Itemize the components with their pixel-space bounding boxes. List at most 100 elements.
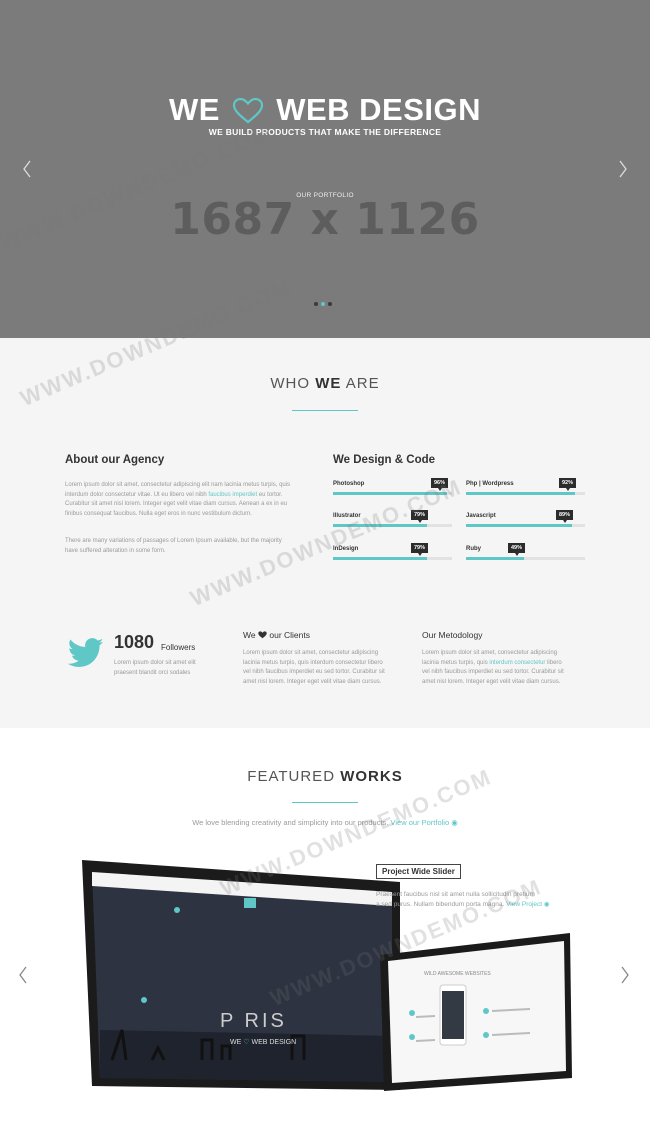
laptop-mockup: P RIS WE ♡ WEB DESIGN	[82, 860, 402, 1090]
skill-track	[333, 492, 452, 495]
works-subtitle: We love blending creativity and simplici…	[0, 818, 650, 827]
skill-name: Javascript	[466, 513, 496, 519]
text: interdum dolor consectetur vitae. Ut eu …	[65, 491, 207, 498]
agency-line: Lorem ipsum dolor sit amet, consectetur …	[65, 482, 291, 488]
followers-count: 1080	[114, 632, 155, 652]
who-we-are-section: WHO WE ARE About our Agency Lorem ipsum …	[0, 338, 650, 728]
view-project-link[interactable]: View Project	[506, 901, 542, 908]
skill-name: Ruby	[466, 546, 481, 552]
skill-track	[333, 557, 452, 560]
hero-slider: WE WEB DESIGN WE BUILD PRODUCTS THAT MAK…	[0, 0, 650, 338]
text: libero	[547, 659, 562, 666]
metodology-text: Lorem ipsum dolor sit amet, consectetur …	[422, 649, 587, 687]
section-title-featured-works: FEATURED WORKS	[0, 768, 650, 785]
slider-dot[interactable]	[314, 302, 318, 306]
clients-title: We our Clients	[243, 630, 310, 640]
chevron-left-icon[interactable]	[22, 160, 32, 178]
skill-track	[333, 524, 452, 527]
skill-percent-badge: 92%	[559, 478, 577, 491]
metodology-title: Our Metodology	[422, 630, 483, 640]
skill-fill	[333, 557, 427, 560]
metodology-line: Lorem ipsum dolor sit amet, consectetur …	[422, 650, 558, 656]
title-light: FEATURED	[247, 768, 336, 785]
skill-name: InDesign	[333, 546, 359, 552]
skill-name: Photoshop	[333, 481, 365, 487]
clients-line: Lorem ipsum dolor sit amet, consectetur …	[243, 650, 379, 656]
skill-name: Illustrator	[333, 513, 361, 519]
clients-text: Lorem ipsum dolor sit amet, consectetur …	[243, 649, 408, 687]
text: a sed purus. Nullam bibendum porta magna…	[376, 901, 505, 908]
text: eu tortor.	[258, 491, 283, 498]
skill-percent-badge: 79%	[411, 543, 429, 556]
metodology-link[interactable]: interdum consectetur	[489, 660, 545, 666]
skill-fill	[466, 492, 575, 495]
agency-line: interdum dolor consectetur vitae. Ut eu …	[65, 491, 325, 501]
heart-icon	[258, 631, 267, 639]
hero-title: WE WEB DESIGN	[0, 92, 650, 128]
monitor-mockup: WILD AWESOME WEBSITES	[380, 933, 575, 1093]
chevron-left-icon[interactable]	[18, 966, 28, 984]
followers-line: praesent blandit orci sodales	[114, 669, 191, 676]
skill-track	[466, 524, 585, 527]
laptop-screen-illustration	[82, 860, 400, 1090]
skill-percent-badge: 49%	[508, 543, 526, 556]
view-portfolio-link[interactable]: View our Portfolio	[391, 818, 450, 827]
skill-fill	[333, 524, 427, 527]
agency-line: finibus consequat faucibus. Nulla eget e…	[65, 510, 252, 517]
skill-bar: InDesign 79%	[333, 543, 452, 567]
text: We	[243, 630, 256, 640]
project-line: Praesent faucibus nisl sit amet nulla so…	[376, 891, 535, 898]
skill-fill	[466, 557, 524, 560]
screen-logo: P RIS	[220, 1010, 287, 1032]
slider-dot[interactable]	[328, 302, 332, 306]
twitter-icon[interactable]	[68, 638, 104, 668]
screen-tagline: WE ♡ WEB DESIGN	[230, 1039, 297, 1046]
clients-line: vel nibh faucibus imperdiet eu sed torto…	[243, 669, 385, 675]
project-line: a sed purus. Nullam bibendum porta magna…	[376, 900, 556, 910]
hero-title-left: WE	[169, 92, 220, 127]
agency-line: have suffered alteration in some form.	[65, 547, 166, 554]
slider-dots	[314, 302, 332, 306]
agency-paragraph-2: There are many variations of passages of…	[65, 537, 325, 556]
heart-icon	[233, 98, 264, 124]
skill-track	[466, 557, 585, 560]
chevron-right-icon[interactable]	[618, 160, 628, 178]
agency-link[interactable]: faucibus imperdiet	[208, 492, 257, 498]
skill-bar: Php | Wordpress 92%	[466, 478, 585, 502]
metodology-line: vel nibh faucibus imperdiet eu sed torto…	[422, 669, 564, 675]
agency-paragraph-1: Lorem ipsum dolor sit amet, consectetur …	[65, 481, 325, 519]
skill-percent-badge: 79%	[411, 510, 429, 523]
skill-bar: Photoshop 96%	[333, 478, 452, 502]
followers-label: Followers	[161, 643, 196, 652]
monitor-screen-illustration	[380, 933, 572, 1091]
placeholder-dimensions: 1687 x 1126	[170, 194, 480, 245]
slider-dot-active[interactable]	[321, 302, 325, 306]
skill-name: Php | Wordpress	[466, 481, 514, 487]
text: WE	[230, 1039, 242, 1046]
followers-text: Lorem ipsum dolor sit amet elit praesent…	[114, 659, 224, 678]
title-light: WHO	[270, 375, 311, 392]
skill-bar: Ruby 49%	[466, 543, 585, 567]
section-divider	[292, 410, 358, 411]
text: our Clients	[269, 630, 310, 640]
section-divider	[292, 802, 358, 803]
device-heading: WILD AWESOME WEBSITES	[424, 971, 491, 977]
clients-line: lacinia metus turpis, quis interdum cons…	[243, 659, 383, 666]
circle-arrow-icon: ◉	[451, 818, 458, 827]
section-title-who-we-are: WHO WE ARE	[0, 375, 650, 392]
title-bold: WORKS	[340, 768, 403, 785]
title-bold: WE	[315, 375, 342, 392]
hero-title-right: WEB DESIGN	[276, 92, 481, 127]
followers-line: Lorem ipsum dolor sit amet elit	[114, 660, 196, 666]
skill-bar: Illustrator 79%	[333, 510, 452, 534]
text: We love blending creativity and simplici…	[192, 818, 389, 827]
metodology-line: lacinia metus turpis, quis interdum cons…	[422, 659, 587, 669]
chevron-right-icon[interactable]	[620, 966, 630, 984]
title-light-2: ARE	[345, 375, 380, 392]
skill-track	[466, 492, 585, 495]
skill-percent-badge: 96%	[431, 478, 449, 491]
hero-subtitle: WE BUILD PRODUCTS THAT MAKE THE DIFFEREN…	[208, 127, 442, 137]
skill-fill	[466, 524, 572, 527]
project-title: Project Wide Slider	[376, 864, 461, 879]
clients-line: amet nisl lorem. Integer eget velit vita…	[243, 678, 382, 685]
